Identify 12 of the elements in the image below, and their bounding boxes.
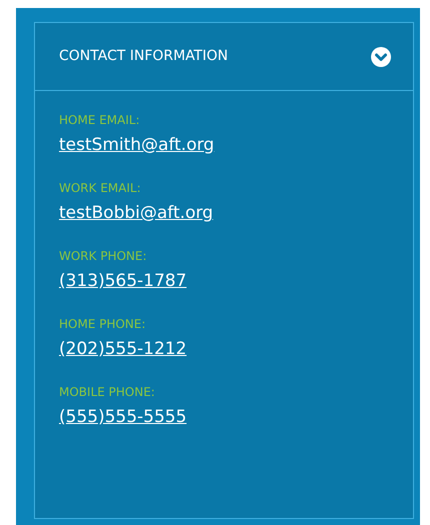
contact-link[interactable]: testSmith@aft.org	[59, 133, 214, 157]
field-label: WORK EMAIL:	[59, 180, 141, 196]
field-label: HOME PHONE:	[59, 316, 146, 332]
field-label: MOBILE PHONE:	[59, 384, 155, 400]
contact-link[interactable]: testBobbi@aft.org	[59, 201, 214, 225]
chevron-down-icon	[371, 46, 391, 66]
contact-link[interactable]: (313)565-1787	[59, 269, 187, 293]
field-label: WORK PHONE:	[59, 248, 147, 264]
section-header[interactable]: CONTACT INFORMATION	[35, 23, 413, 91]
contact-link[interactable]: (555)555-5555	[59, 405, 187, 429]
contact-link[interactable]: (202)555-1212	[59, 337, 187, 361]
field-label: HOME EMAIL:	[59, 112, 140, 128]
